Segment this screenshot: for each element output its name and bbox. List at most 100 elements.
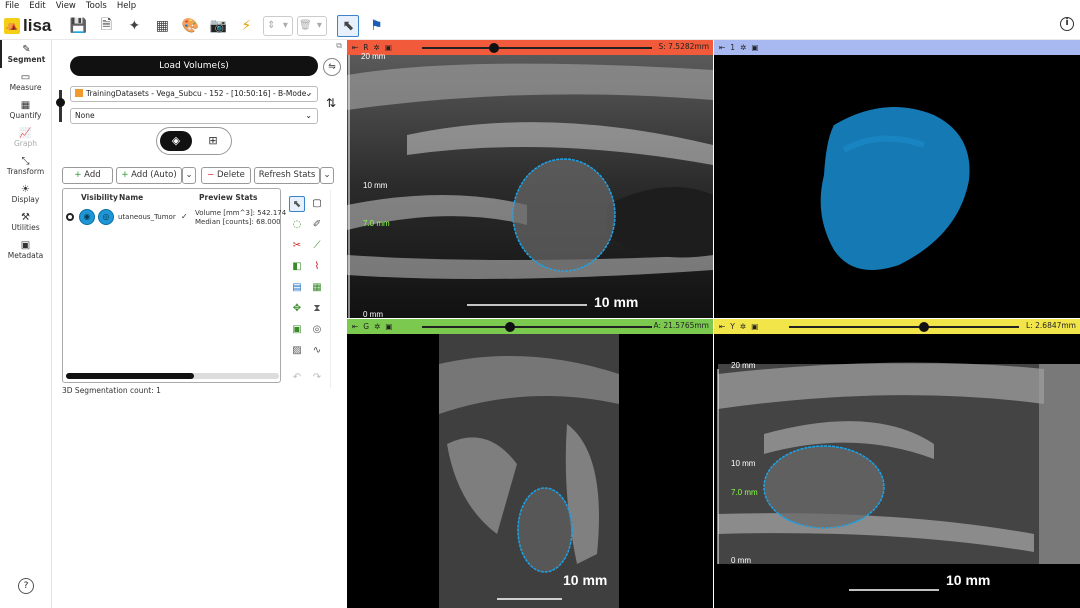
pin-icon[interactable]: ⇤ — [719, 322, 725, 331]
nav-transform[interactable]: ⤡ Transform — [0, 152, 51, 180]
maximize-icon[interactable]: ▣ — [385, 322, 392, 331]
grid-fill-tool-icon[interactable]: ▦ — [309, 280, 325, 296]
grid-interp-tool-icon[interactable]: ▤ — [289, 280, 305, 296]
opacity-slider-knob[interactable] — [56, 98, 65, 107]
menu-view[interactable]: View — [56, 1, 76, 11]
slice-slider-knob[interactable] — [919, 322, 929, 332]
crosshair-icon[interactable]: ✲ — [740, 43, 746, 52]
slice-slider[interactable] — [422, 326, 652, 328]
move-dropdown[interactable]: ⇕ ▾ — [263, 15, 294, 36]
scissors-tool-icon[interactable]: ✂ — [289, 238, 305, 254]
maximize-icon[interactable]: ▣ — [385, 43, 392, 52]
add-button[interactable]: + Add — [62, 167, 113, 184]
dilate-tool-icon[interactable]: ▣ — [289, 322, 305, 338]
segment-name[interactable]: utaneous_Tumor — [118, 213, 176, 221]
viewport-3d[interactable]: ⇤ 1 ✲ ▣ — [714, 40, 1080, 318]
scrollbar-thumb[interactable] — [66, 373, 194, 379]
viewport-green[interactable]: ⇤ G ✲ ▣ A: 21.5765mm 10 mm — [347, 319, 713, 608]
slice-slider-knob[interactable] — [489, 43, 499, 53]
menu-edit[interactable]: Edit — [29, 1, 45, 11]
delete-button[interactable]: − Delete — [201, 167, 251, 184]
viewport-red[interactable]: ⇤ R ✲ ▣ S: 7.5282mm 20 mm 10 mm 7.0 mm 0… — [347, 40, 713, 318]
save-icon[interactable]: 💾 — [67, 15, 89, 37]
menubar: File Edit View Tools Help — [0, 0, 1080, 12]
refresh-dropdown-button[interactable]: ⌄ — [320, 167, 334, 184]
nav-graph[interactable]: 📈 Graph — [0, 124, 51, 152]
panel-undock-icon[interactable]: ⧉ — [336, 41, 342, 51]
add-dropdown-button[interactable]: ⌄ — [182, 167, 196, 184]
col-visibility[interactable]: Visibility — [81, 193, 118, 202]
slice-readout: S: 7.5282mm — [658, 42, 709, 51]
nav-quantify[interactable]: ▦ Quantify — [0, 96, 51, 124]
nav-segment[interactable]: ✎ Segment — [0, 40, 51, 68]
table-horizontal-scrollbar[interactable] — [66, 373, 279, 379]
crosshair-icon[interactable]: ✲ — [740, 322, 746, 331]
swap-icon[interactable]: ⇅ — [326, 96, 336, 110]
camera-icon[interactable]: 📷 — [207, 15, 229, 37]
app-logo: ⛺ lisa — [4, 16, 51, 36]
maximize-icon[interactable]: ▣ — [751, 43, 758, 52]
nav-utilities[interactable]: ⚒ Utilities — [0, 208, 51, 236]
slice-slider[interactable] — [422, 47, 652, 49]
tick-label-0: 0 mm — [363, 310, 383, 318]
fill-tool-icon[interactable]: ◧ — [289, 259, 305, 275]
outline-eye-icon[interactable]: ◎ — [98, 209, 114, 225]
viewport-yellow[interactable]: ⇤ Y ✲ ▣ L: 2.6847mm 20 mm 10 mm 7.0 mm 0… — [714, 319, 1080, 608]
slice-slider[interactable] — [789, 326, 1019, 328]
lasso-tool-icon[interactable]: ◌ — [289, 217, 305, 233]
trash-dropdown[interactable]: 🗑 ▾ — [297, 15, 328, 36]
smooth-tool-icon[interactable]: ∿ — [309, 343, 325, 359]
pin-icon[interactable]: ⇤ — [719, 43, 725, 52]
maximize-icon[interactable]: ▣ — [751, 322, 758, 331]
grid-icon[interactable]: ⊞ — [201, 131, 225, 151]
layout-grid-icon[interactable]: ▦ — [151, 15, 173, 37]
move-tool-icon[interactable]: ✥ — [289, 301, 305, 317]
flag-icon[interactable]: ⚑ — [365, 15, 387, 37]
undo-icon[interactable]: ↶ — [289, 370, 305, 386]
nav-measure[interactable]: ▭ Measure — [0, 68, 51, 96]
refresh-stats-button[interactable]: Refresh Stats — [254, 167, 320, 184]
crosshair-icon[interactable]: ✲ — [374, 322, 380, 331]
opacity-slider[interactable] — [56, 90, 65, 122]
eye-icon[interactable]: ◉ — [79, 209, 95, 225]
brush-tool-icon[interactable]: ✐ — [309, 217, 325, 233]
nav-metadata[interactable]: ▣ Metadata — [0, 236, 51, 264]
threshold-tool-icon[interactable]: ⟋ — [309, 238, 325, 254]
table-row[interactable]: ◉ ◎ utaneous_Tumor ✓ Volume [mm^3]: 542.… — [63, 207, 286, 229]
load-volume-button[interactable]: Load Volume(s) — [70, 56, 318, 76]
palette-icon[interactable]: 🎨 — [179, 15, 201, 37]
slice-slider-knob[interactable] — [505, 322, 515, 332]
image-tool-icon[interactable]: ▨ — [289, 343, 305, 359]
menu-tools[interactable]: Tools — [86, 1, 107, 11]
settings-toggle-button[interactable]: ⇋ — [323, 58, 341, 76]
pointer-icon[interactable]: ⬉ — [337, 14, 360, 37]
col-name[interactable]: Name — [119, 193, 143, 202]
select-box-tool-icon[interactable]: ▢ — [309, 196, 325, 212]
menu-file[interactable]: File — [5, 1, 19, 11]
pointer-tool-icon[interactable]: ⬉ — [289, 196, 305, 212]
row-select-radio[interactable] — [66, 213, 74, 221]
col-preview-stats[interactable]: Preview Stats — [199, 193, 257, 202]
erase-tool-icon[interactable]: ⌇ — [309, 259, 325, 275]
refresh-label: Refresh Stats — [258, 170, 316, 180]
redo-icon[interactable]: ↷ — [309, 370, 325, 386]
hourglass-tool-icon[interactable]: ⧗ — [309, 301, 325, 317]
crosshair-toggle-icon[interactable]: ⚡ — [235, 15, 257, 37]
help-button[interactable]: ? — [18, 578, 34, 594]
magic-wand-icon[interactable]: ✦ — [123, 15, 145, 37]
info-icon[interactable]: i — [1060, 17, 1074, 31]
view-mode-toggle[interactable]: ◈ ⊞ — [156, 127, 232, 155]
chevron-down-icon: ⌄ — [305, 89, 312, 98]
nav-display[interactable]: ☀ Display — [0, 180, 51, 208]
volume-select[interactable]: TrainingDatasets - Vega_Subcu - 152 - [1… — [70, 86, 318, 102]
target-tool-icon[interactable]: ◎ — [309, 322, 325, 338]
add-auto-button[interactable]: + Add (Auto) — [116, 167, 182, 184]
save-as-icon[interactable]: 🗎 — [95, 15, 117, 37]
pin-icon[interactable]: ⇤ — [352, 43, 358, 52]
overlay-select[interactable]: None ⌄ — [70, 108, 318, 124]
plus-icon: + — [121, 170, 132, 180]
pin-icon[interactable]: ⇤ — [352, 322, 358, 331]
crosshair-icon[interactable]: ✲ — [374, 43, 380, 52]
menu-help[interactable]: Help — [117, 1, 136, 11]
layers-icon[interactable]: ◈ — [160, 131, 192, 151]
